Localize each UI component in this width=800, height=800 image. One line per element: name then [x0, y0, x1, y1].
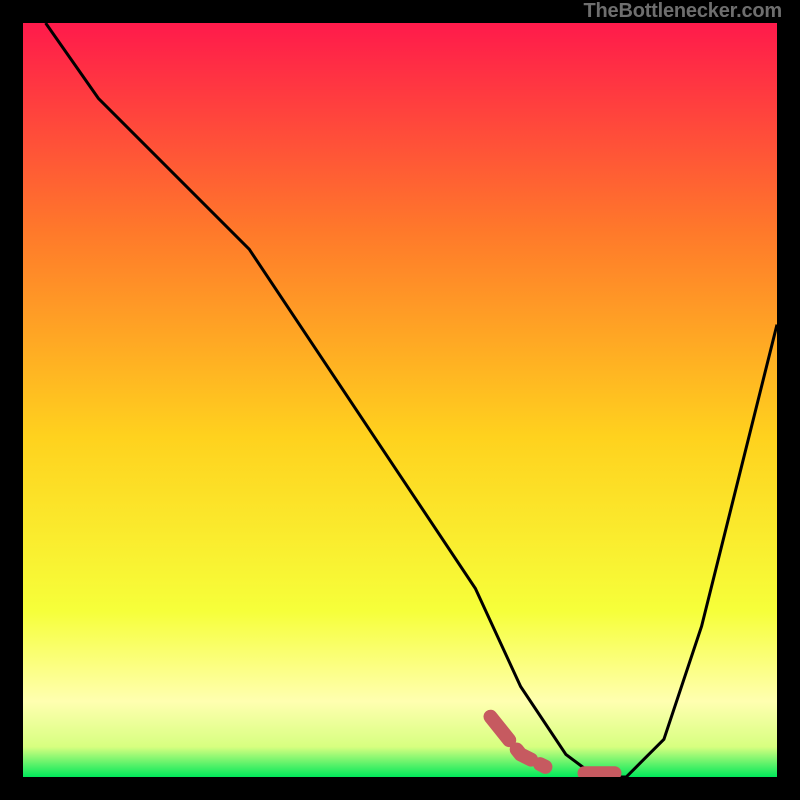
gradient-fill [23, 23, 777, 777]
chart-background [23, 23, 777, 777]
watermark-text: TheBottlenecker.com [584, 0, 783, 23]
